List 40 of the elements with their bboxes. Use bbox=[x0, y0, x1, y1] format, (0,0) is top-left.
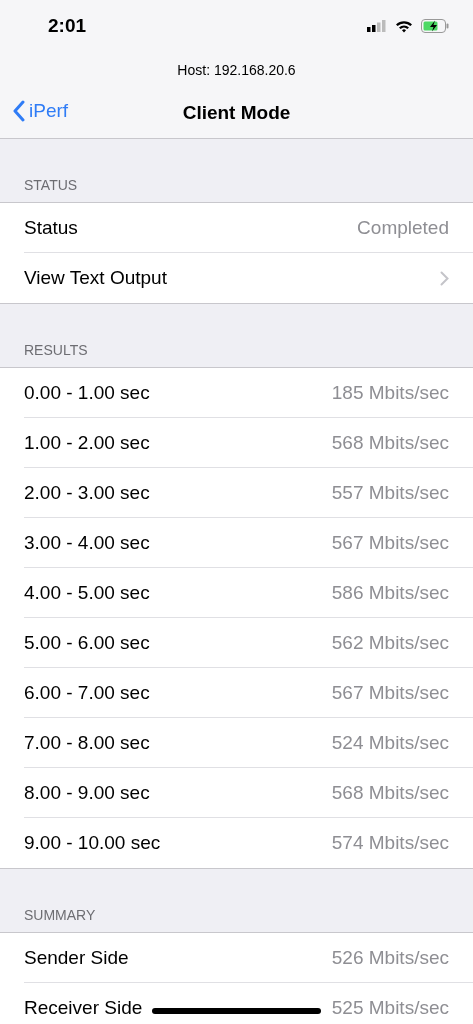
battery-charging-icon bbox=[421, 19, 449, 33]
row-value: 586 Mbits/sec bbox=[331, 581, 449, 604]
row-label: 7.00 - 8.00 sec bbox=[24, 731, 150, 754]
row-label: Receiver Side bbox=[24, 997, 143, 1019]
row-value: 526 Mbits/sec bbox=[331, 946, 449, 969]
row-value: 574 Mbits/sec bbox=[331, 832, 449, 854]
signal-icon bbox=[367, 20, 387, 32]
row-label: 3.00 - 4.00 sec bbox=[24, 531, 150, 554]
row-value: 525 Mbits/sec bbox=[331, 997, 449, 1019]
host-address: Host: 192.168.20.6 bbox=[177, 62, 296, 78]
status-time: 2:01 bbox=[48, 15, 87, 37]
row-label: Sender Side bbox=[24, 946, 129, 969]
row-label: 4.00 - 5.00 sec bbox=[24, 581, 150, 604]
nav-title: Client Mode bbox=[182, 102, 291, 124]
row-value: 185 Mbits/sec bbox=[331, 381, 449, 404]
list-row[interactable]: View Text Output bbox=[24, 253, 473, 303]
row-value: 568 Mbits/sec bbox=[331, 431, 449, 454]
row-label: View Text Output bbox=[24, 267, 167, 289]
row-value: 567 Mbits/sec bbox=[331, 681, 449, 704]
section-header: RESULTS bbox=[24, 342, 88, 358]
row-label: 9.00 - 10.00 sec bbox=[24, 832, 161, 854]
chevron-right-icon bbox=[440, 270, 449, 286]
row-label: 0.00 - 1.00 sec bbox=[24, 381, 150, 404]
row-value: Completed bbox=[357, 216, 449, 239]
row-label: 6.00 - 7.00 sec bbox=[24, 681, 150, 704]
section-header: STATUS bbox=[24, 177, 78, 193]
row-label: 8.00 - 9.00 sec bbox=[24, 781, 150, 804]
row-label: 5.00 - 6.00 sec bbox=[24, 631, 150, 654]
row-value: 568 Mbits/sec bbox=[331, 781, 449, 804]
row-label: 2.00 - 3.00 sec bbox=[24, 481, 150, 504]
wifi-icon bbox=[395, 19, 413, 33]
row-label: Status bbox=[24, 216, 78, 239]
section-header: SUMMARY bbox=[24, 907, 96, 923]
chevron-left-icon bbox=[12, 100, 25, 122]
row-value: 567 Mbits/sec bbox=[331, 531, 449, 554]
back-button[interactable]: iPerf bbox=[12, 100, 69, 122]
row-label: 1.00 - 2.00 sec bbox=[24, 431, 150, 454]
row-value: 562 Mbits/sec bbox=[331, 631, 449, 654]
row-value: 524 Mbits/sec bbox=[331, 731, 449, 754]
row-value: 557 Mbits/sec bbox=[331, 481, 449, 504]
